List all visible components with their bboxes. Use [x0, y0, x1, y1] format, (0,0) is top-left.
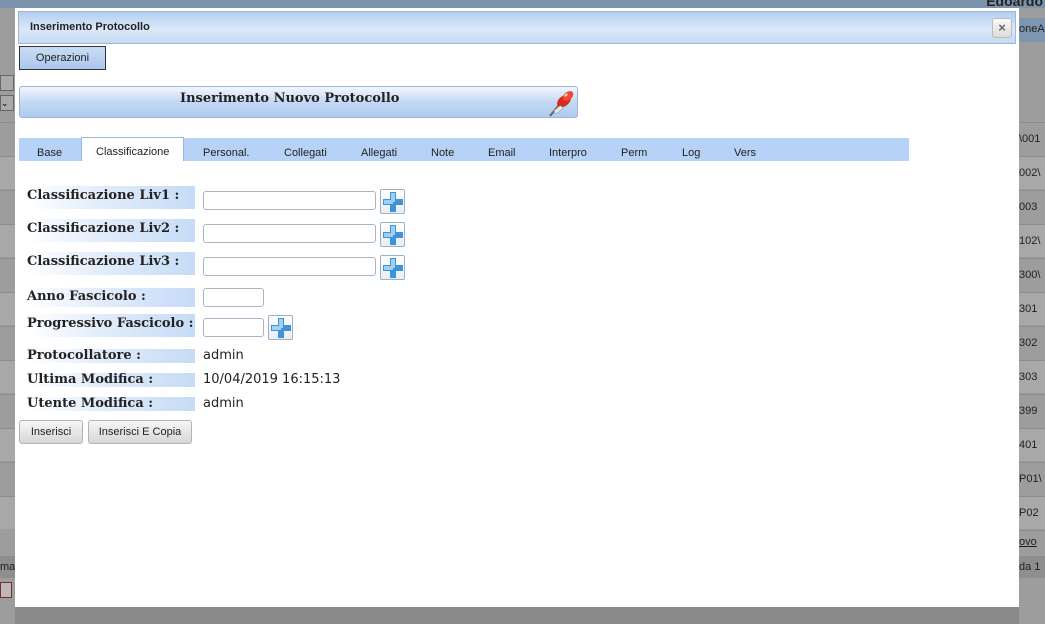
- close-button[interactable]: ×: [992, 18, 1012, 38]
- background-table-row: [0, 292, 15, 325]
- background-table-row: [0, 360, 15, 393]
- tab-bar: Base Classificazione Personal. Collegati…: [19, 137, 909, 161]
- plus-icon: [383, 192, 403, 212]
- progressivo-fascicolo-add-button[interactable]: [268, 315, 293, 340]
- plus-icon: [383, 258, 403, 278]
- utente-modifica-label: Utente Modifica :: [27, 397, 195, 411]
- progressivo-fascicolo-input[interactable]: [203, 318, 264, 337]
- tab-allegati[interactable]: Allegati: [361, 138, 397, 161]
- background-table-cell: 399: [1019, 394, 1045, 427]
- protocollatore-value: admin: [203, 348, 244, 363]
- background-link-cell: ovo: [1019, 530, 1045, 552]
- background-table-cell: 303: [1019, 360, 1045, 393]
- tab-vers[interactable]: Vers: [734, 138, 756, 161]
- protocollatore-label: Protocollatore :: [27, 349, 195, 363]
- classificazione-liv2-input[interactable]: [203, 224, 376, 243]
- classificazione-liv1-label: Classificazione Liv1 :: [27, 186, 195, 209]
- background-left-footer: ma: [0, 556, 15, 578]
- classificazione-liv3-input[interactable]: [203, 257, 376, 276]
- plus-icon: [383, 225, 403, 245]
- tab-email[interactable]: Email: [488, 138, 516, 161]
- background-table-cell: \001: [1019, 122, 1045, 155]
- background-column-header-text: oneAl: [1019, 23, 1045, 35]
- background-table-row: [0, 394, 15, 427]
- anno-fascicolo-input[interactable]: [203, 288, 264, 307]
- ultima-modifica-label: Ultima Modifica :: [27, 373, 195, 387]
- background-table-cell: 300\: [1019, 258, 1045, 291]
- background-pager-text: da 1: [1019, 561, 1041, 573]
- background-table-row: [0, 428, 15, 461]
- tab-classificazione[interactable]: Classificazione: [81, 137, 185, 161]
- inserisci-button[interactable]: Inserisci: [19, 420, 83, 444]
- classificazione-liv2-add-button[interactable]: [380, 222, 405, 247]
- classificazione-liv1-input[interactable]: [203, 191, 376, 210]
- background-table-row: [0, 462, 15, 495]
- plus-icon: [271, 318, 291, 338]
- background-table-row: [0, 224, 15, 257]
- background-table-row: [0, 190, 15, 223]
- tab-collegati[interactable]: Collegati: [284, 138, 327, 161]
- inserisci-e-copia-button[interactable]: Inserisci E Copia: [88, 420, 192, 444]
- section-title: Inserimento Nuovo Protocollo: [180, 91, 400, 106]
- tab-base[interactable]: Base: [37, 138, 62, 161]
- background-table-row: [0, 326, 15, 359]
- background-table-cell: 002\: [1019, 156, 1045, 189]
- pdf-icon: [0, 582, 12, 598]
- dialog-titlebar: Inserimento Protocollo ×: [18, 11, 1016, 44]
- background-topbar: [0, 0, 1045, 8]
- tab-interpro[interactable]: Interpro: [549, 138, 587, 161]
- background-table-row: [0, 122, 15, 155]
- background-input: [0, 75, 14, 91]
- background-table-cell: 301: [1019, 292, 1045, 325]
- background-table-cell: P02: [1019, 496, 1045, 529]
- classificazione-liv3-add-button[interactable]: [380, 255, 405, 280]
- background-link: ovo: [1019, 536, 1037, 548]
- background-pager: da 1: [1019, 556, 1045, 578]
- background-table-cell: 401: [1019, 428, 1045, 461]
- background-table-row: [0, 496, 15, 529]
- background-table-row: [0, 258, 15, 291]
- background-select: ⌄: [0, 95, 14, 111]
- dialog-title: Inserimento Protocollo: [30, 21, 150, 33]
- background-table-row: [0, 156, 15, 189]
- tab-note[interactable]: Note: [431, 138, 454, 161]
- background-table-cell: 302: [1019, 326, 1045, 359]
- classificazione-liv2-label: Classificazione Liv2 :: [27, 219, 195, 242]
- background-table-cell: 102\: [1019, 224, 1045, 257]
- section-header: Inserimento Nuovo Protocollo: [19, 86, 578, 118]
- background-table-cell: 003: [1019, 190, 1045, 223]
- ultima-modifica-value: 10/04/2019 16:15:13: [203, 372, 341, 387]
- close-icon: ×: [998, 20, 1006, 35]
- classificazione-liv3-label: Classificazione Liv3 :: [27, 252, 195, 275]
- background-column-header: oneAl: [1019, 18, 1045, 42]
- pushpin-icon: [549, 91, 574, 117]
- inserimento-protocollo-dialog: Inserimento Protocollo × Operazioni Inse…: [15, 8, 1019, 607]
- anno-fascicolo-label: Anno Fascicolo :: [27, 288, 195, 307]
- operazioni-button[interactable]: Operazioni: [19, 46, 106, 70]
- progressivo-fascicolo-label: Progressivo Fascicolo :: [27, 314, 195, 337]
- classificazione-liv1-add-button[interactable]: [380, 189, 405, 214]
- utente-modifica-value: admin: [203, 396, 244, 411]
- background-table-cell: P01\: [1019, 462, 1045, 495]
- background-left-footer-text: ma: [0, 561, 15, 573]
- tab-log[interactable]: Log: [682, 138, 700, 161]
- tab-perm[interactable]: Perm: [621, 138, 647, 161]
- tab-personal[interactable]: Personal.: [203, 138, 249, 161]
